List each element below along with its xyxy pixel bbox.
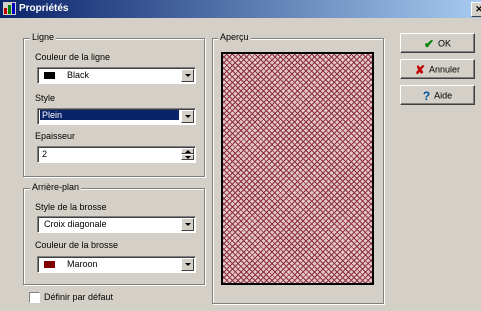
default-checkbox[interactable] xyxy=(29,292,40,303)
chevron-down-icon[interactable] xyxy=(181,218,194,231)
chevron-down-icon[interactable] xyxy=(181,69,194,82)
chevron-down-icon[interactable] xyxy=(181,110,194,123)
thickness-label: Epaisseur xyxy=(35,131,76,141)
line-style-label: Style xyxy=(35,93,56,103)
brush-color-value: Maroon xyxy=(67,259,98,269)
line-color-value: Black xyxy=(67,70,90,80)
question-icon: ? xyxy=(422,88,431,103)
brush-color-label: Couleur de la brosse xyxy=(35,240,119,250)
brush-preview xyxy=(221,52,374,285)
line-group-legend: Ligne xyxy=(30,32,57,42)
thickness-value[interactable]: 2 xyxy=(42,149,47,159)
line-color-select[interactable]: Black xyxy=(37,67,196,84)
cancel-button[interactable]: ✘ Annuler xyxy=(400,59,475,79)
spin-down-icon[interactable] xyxy=(181,154,194,160)
preview-group-legend: Aperçu xyxy=(218,32,251,42)
thickness-spinner[interactable]: 2 xyxy=(37,146,196,163)
line-style-select[interactable]: Plein xyxy=(37,108,196,125)
title-bar: Propriétés ✕ xyxy=(0,0,481,18)
default-checkbox-label[interactable]: Définir par défaut xyxy=(44,292,113,302)
app-icon xyxy=(3,2,16,15)
brush-color-swatch xyxy=(44,261,55,268)
x-icon: ✘ xyxy=(414,62,426,77)
brush-style-value: Croix diagonale xyxy=(44,219,107,229)
line-color-swatch xyxy=(44,72,55,79)
ok-button[interactable]: ✔ OK xyxy=(400,33,475,53)
spinner-buttons[interactable] xyxy=(181,148,194,161)
check-icon: ✔ xyxy=(423,36,435,51)
line-style-value: Plein xyxy=(40,110,179,120)
close-icon: ✕ xyxy=(475,4,481,14)
window-title: Propriétés xyxy=(19,3,69,14)
background-group-legend: Arrière-plan xyxy=(30,182,82,192)
help-button[interactable]: ? Aide xyxy=(400,85,475,105)
close-button[interactable]: ✕ xyxy=(471,2,481,17)
brush-style-label: Style de la brosse xyxy=(35,202,107,212)
line-color-label: Couleur de la ligne xyxy=(35,52,111,62)
brush-style-select[interactable]: Croix diagonale xyxy=(37,216,196,233)
chevron-down-icon[interactable] xyxy=(181,258,194,271)
brush-color-select[interactable]: Maroon xyxy=(37,256,196,273)
